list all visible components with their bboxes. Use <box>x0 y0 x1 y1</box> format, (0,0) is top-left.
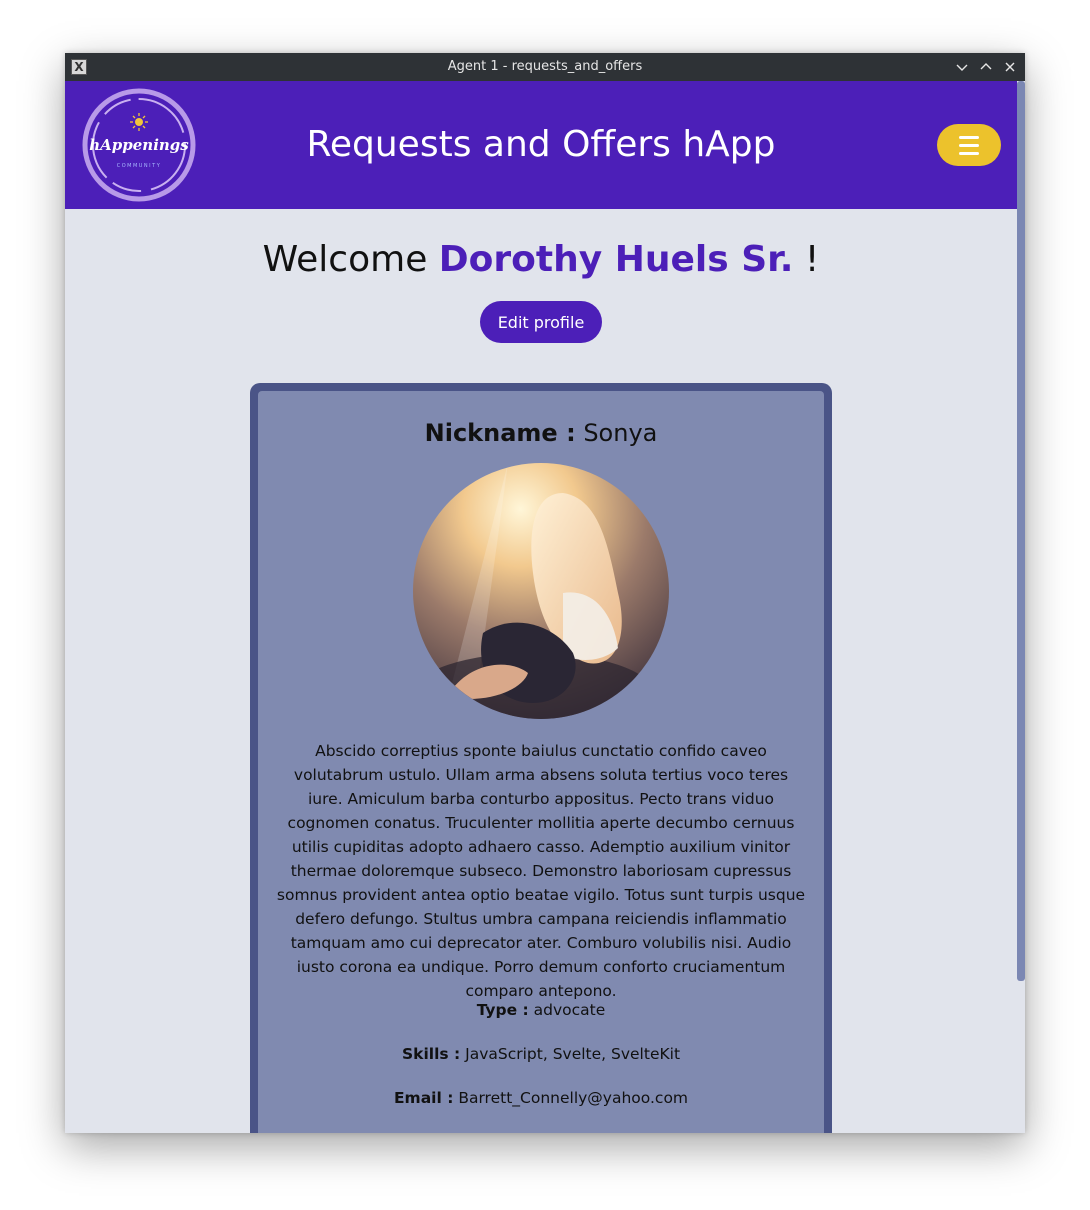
skills-row: Skills : JavaScript, Svelte, SvelteKit <box>258 1045 824 1063</box>
window-titlebar[interactable]: X Agent 1 - requests_and_offers <box>65 53 1025 81</box>
nickname-label: Nickname : <box>424 419 576 447</box>
skills-value: JavaScript, Svelte, SvelteKit <box>465 1045 681 1063</box>
hamburger-line-icon <box>959 143 979 147</box>
avatar <box>413 463 669 719</box>
skills-label: Skills : <box>401 1045 461 1063</box>
welcome-prefix: Welcome <box>262 239 428 280</box>
hamburger-line-icon <box>959 135 979 139</box>
welcome-heading: Welcome Dorothy Huels Sr. ! <box>65 239 1017 280</box>
maximize-icon[interactable] <box>977 58 995 76</box>
page-content: hAppenings COMMUNITY Requests and Offers… <box>65 81 1017 1133</box>
edit-profile-button[interactable]: Edit profile <box>480 301 602 343</box>
nickname-row: Nickname : Sonya <box>258 419 824 447</box>
profile-bio: Abscido correptius sponte baiulus cuncta… <box>276 742 806 1000</box>
user-name: Dorothy Huels Sr. <box>438 239 794 280</box>
app-header: hAppenings COMMUNITY Requests and Offers… <box>65 81 1017 209</box>
type-label: Type : <box>476 1001 529 1019</box>
hamburger-line-icon <box>959 151 979 155</box>
close-icon[interactable] <box>1001 58 1019 76</box>
app-window: X Agent 1 - requests_and_offers hAppenin… <box>65 53 1025 1133</box>
nickname-value: Sonya <box>583 419 658 447</box>
window-title: Agent 1 - requests_and_offers <box>447 59 643 74</box>
minimize-icon[interactable] <box>953 58 971 76</box>
email-label: Email : <box>393 1089 454 1107</box>
scrollbar-thumb[interactable] <box>1017 81 1025 981</box>
type-row: Type : advocate <box>258 1001 824 1019</box>
profile-card-body: Nickname : Sonya Abscido correptius spon… <box>258 391 824 1133</box>
hamburger-menu-button[interactable] <box>937 124 1001 166</box>
profile-card: Nickname : Sonya Abscido correptius spon… <box>250 383 832 1133</box>
welcome-suffix: ! <box>804 239 820 280</box>
email-row: Email : Barrett_Connelly@yahoo.com <box>258 1089 824 1107</box>
email-value: Barrett_Connelly@yahoo.com <box>458 1089 689 1107</box>
type-value: advocate <box>533 1001 606 1019</box>
app-title: Requests and Offers hApp <box>306 124 776 165</box>
